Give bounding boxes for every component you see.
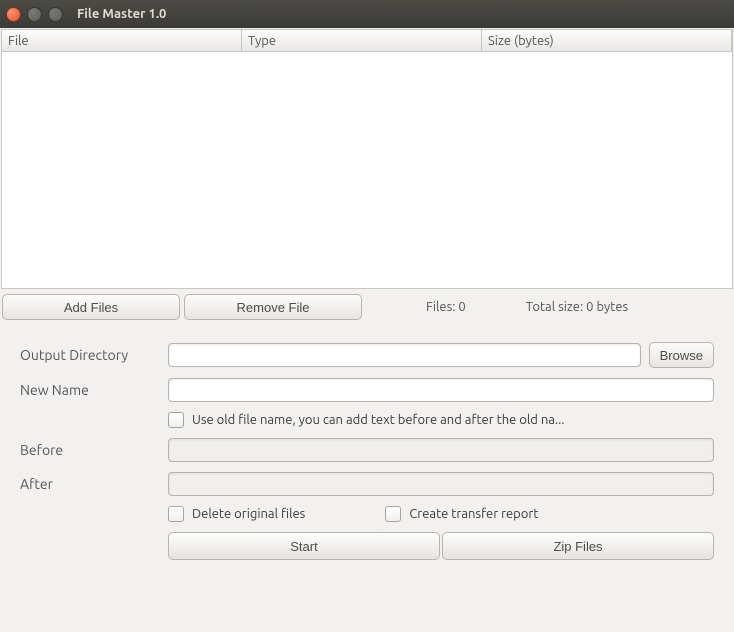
new-name-label: New Name — [20, 382, 160, 398]
titlebar: File Master 1.0 — [0, 0, 734, 28]
zip-files-button[interactable]: Zip Files — [442, 532, 714, 560]
table-body[interactable] — [2, 52, 732, 288]
add-files-button[interactable]: Add Files — [2, 294, 180, 320]
col-header-file[interactable]: File — [2, 30, 242, 52]
after-input — [168, 472, 714, 496]
use-old-name-row: Use old file name, you can add text befo… — [168, 412, 714, 428]
output-dir-input[interactable] — [168, 343, 641, 367]
transfer-report-checkbox[interactable] — [385, 506, 401, 522]
form-area: Output Directory Browse New Name Use old… — [0, 324, 734, 570]
minimize-icon[interactable] — [27, 7, 42, 22]
start-zip-row: Start Zip Files — [168, 532, 714, 560]
new-name-input[interactable] — [168, 378, 714, 402]
output-dir-label: Output Directory — [20, 347, 160, 363]
delete-original-checkbox[interactable] — [168, 506, 184, 522]
content-area: File Type Size (bytes) Add Files Remove … — [0, 28, 734, 632]
total-size: Total size: 0 bytes — [526, 300, 628, 314]
table-headers: File Type Size (bytes) — [2, 30, 732, 52]
col-header-size[interactable]: Size (bytes) — [482, 30, 732, 52]
remove-file-button[interactable]: Remove File — [184, 294, 362, 320]
close-icon[interactable] — [6, 7, 21, 22]
after-label: After — [20, 476, 160, 492]
transfer-report-label: Create transfer report — [409, 507, 538, 521]
use-old-name-label: Use old file name, you can add text befo… — [192, 413, 565, 427]
files-count: Files: 0 — [426, 300, 466, 314]
window-controls — [6, 7, 63, 22]
maximize-icon[interactable] — [48, 7, 63, 22]
before-input — [168, 438, 714, 462]
stats: Files: 0 Total size: 0 bytes — [426, 300, 628, 314]
before-label: Before — [20, 442, 160, 458]
browse-button[interactable]: Browse — [649, 342, 714, 368]
file-table: File Type Size (bytes) — [1, 29, 733, 289]
options-row: Delete original files Create transfer re… — [168, 506, 714, 522]
start-button[interactable]: Start — [168, 532, 440, 560]
action-row: Add Files Remove File Files: 0 Total siz… — [0, 290, 734, 324]
use-old-name-checkbox[interactable] — [168, 412, 184, 428]
window-title: File Master 1.0 — [77, 7, 166, 21]
delete-original-label: Delete original files — [192, 507, 305, 521]
col-header-type[interactable]: Type — [242, 30, 482, 52]
